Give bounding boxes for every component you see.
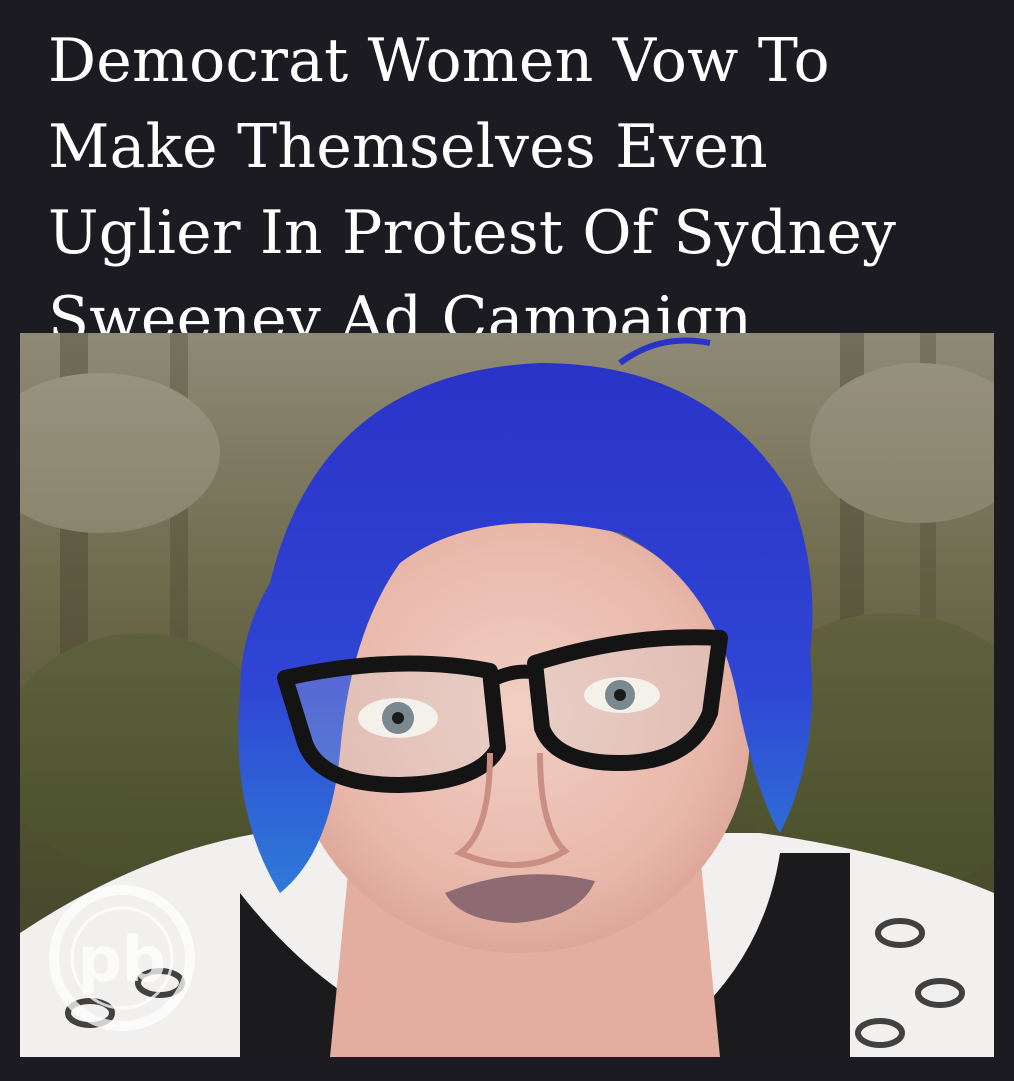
headline-line-3: Uglier In Protest Of Sydney — [48, 198, 897, 268]
portrait-photo: pb — [20, 333, 994, 1057]
watermark-text: pb — [78, 923, 167, 996]
headline-line-2: Make Themselves Even — [48, 112, 768, 182]
headline: Democrat Women Vow To Make Themselves Ev… — [48, 18, 988, 362]
headline-line-1: Democrat Women Vow To — [48, 26, 830, 96]
portrait-illustration: pb — [20, 333, 994, 1057]
meme-card: Democrat Women Vow To Make Themselves Ev… — [0, 0, 1014, 1081]
